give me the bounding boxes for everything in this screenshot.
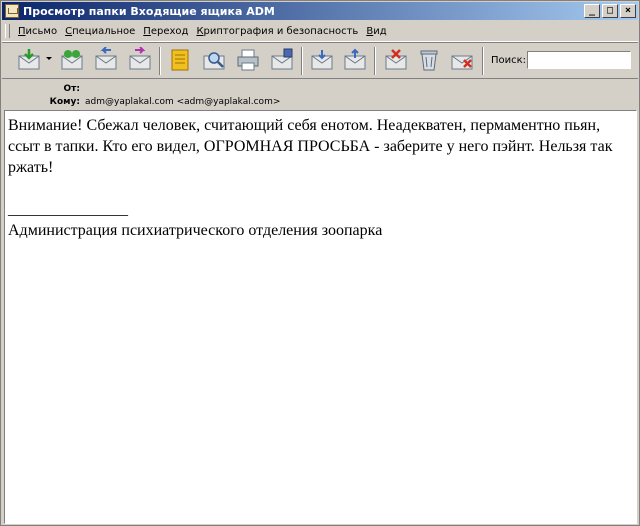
search-mail-icon[interactable] — [201, 47, 227, 73]
menu-bar: Письмо Специальное Переход Криптография … — [2, 21, 638, 42]
signature-separator: _______________ — [8, 201, 128, 218]
new-mail-dropdown-icon[interactable] — [46, 57, 52, 60]
window-controls: _ □ × — [582, 4, 636, 18]
menu-item-go[interactable]: Переход — [139, 26, 192, 37]
from-label: От: — [63, 84, 80, 94]
to-label: Кому: — [49, 97, 80, 107]
toolbar-separator — [374, 47, 376, 75]
mark-read-icon[interactable] — [383, 47, 409, 73]
forward-icon[interactable] — [127, 46, 153, 73]
toolbar-separator — [482, 47, 484, 75]
minimize-button[interactable]: _ — [584, 4, 600, 18]
message-body-pane[interactable]: Внимание! Сбежал человек, считающий себя… — [4, 110, 637, 524]
address-book-icon[interactable] — [59, 47, 85, 73]
maximize-button[interactable]: □ — [602, 4, 618, 18]
print-icon[interactable] — [235, 47, 261, 73]
mail-viewer-window: Просмотр папки Входящие ящика ADM _ □ × … — [0, 0, 640, 526]
notepad-icon[interactable] — [167, 47, 193, 73]
close-button[interactable]: × — [620, 4, 636, 18]
compose-icon[interactable] — [269, 47, 295, 73]
outbox-icon[interactable] — [342, 47, 368, 73]
envelope-app-icon — [5, 4, 19, 18]
menu-item-mail[interactable]: Письмо — [14, 26, 61, 37]
message-body: Внимание! Сбежал человек, считающий себя… — [8, 117, 613, 176]
window-title: Просмотр папки Входящие ящика ADM — [23, 4, 275, 18]
junk-icon[interactable] — [449, 47, 475, 73]
reply-icon[interactable] — [93, 46, 119, 73]
delete-icon[interactable] — [416, 47, 442, 73]
title-bar[interactable]: Просмотр папки Входящие ящика ADM _ □ × — [2, 2, 638, 20]
menu-item-special[interactable]: Специальное — [61, 26, 139, 37]
inbox-icon[interactable] — [309, 47, 335, 73]
toolbar-separator — [159, 47, 161, 75]
search-label: Поиск: — [491, 55, 527, 66]
menu-item-view[interactable]: Вид — [362, 26, 390, 37]
to-value[interactable]: adm@yaplakal.com <adm@yaplakal.com> — [85, 97, 280, 107]
signature: Администрация психиатрического отделения… — [8, 222, 383, 239]
menu-item-crypto[interactable]: Криптография и безопасность — [192, 26, 362, 37]
message-text: Внимание! Сбежал человек, считающий себя… — [8, 115, 628, 241]
menu-grip[interactable] — [5, 24, 10, 38]
search-input[interactable] — [527, 51, 631, 69]
new-mail-icon[interactable] — [16, 47, 42, 73]
message-headers: От: Кому: adm@yaplakal.com <adm@yaplakal… — [2, 80, 638, 109]
toolbar-separator — [301, 47, 303, 75]
toolbar: Поиск: — [2, 42, 638, 79]
